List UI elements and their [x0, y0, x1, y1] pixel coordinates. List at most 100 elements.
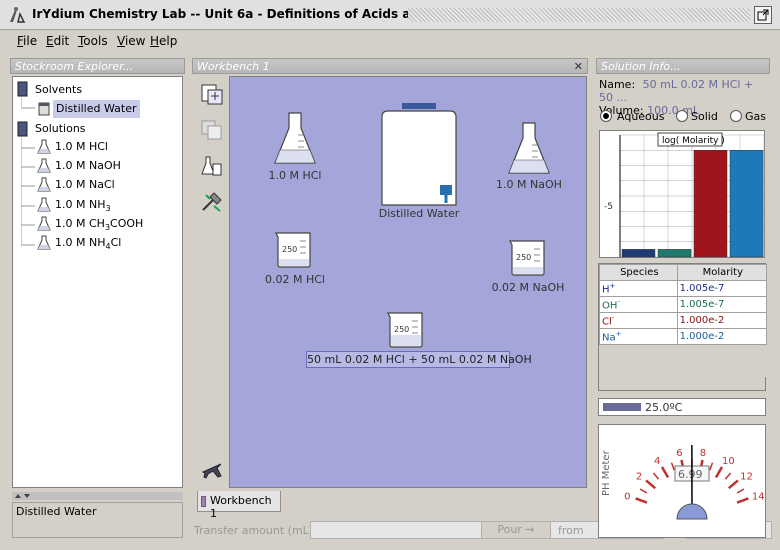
label-beaker-mixture-selected[interactable]: 50 mL 0.02 M HCl + 50 mL 0.02 M NaOH [306, 351, 532, 368]
species-table: Species Molarity H+ 1.005e-7 OH- 1.005e-7 Cl-… [598, 263, 768, 391]
menu-file[interactable]: File [17, 34, 37, 48]
stockroom-tree: Solvents Distilled Water Solutions 1.0 M… [12, 76, 183, 488]
molarity-cell: 1.005e-7 [676, 296, 768, 313]
tab-workbench-1[interactable]: Workbench 1 [197, 491, 281, 520]
tree-solutions-label[interactable]: Solutions [35, 120, 86, 138]
table-row: Na+ 1.000e-2 [599, 328, 768, 345]
ph-needle-pivot [676, 503, 708, 520]
tree-item-solution[interactable]: 1.0 M NH4Cl [37, 235, 121, 254]
flask-naoh-icon[interactable] [506, 121, 552, 177]
tree-item-solution[interactable]: 1.0 M NaCl [37, 177, 115, 196]
chart-svg: -5 log( Molarity ) [604, 132, 765, 258]
species-cell: H+ [599, 280, 678, 297]
empty-row [599, 344, 767, 361]
beaker-mixture-icon[interactable]: 250 [386, 311, 426, 349]
species-header: Species [599, 264, 678, 281]
flask-icon [37, 216, 51, 231]
molarity-cell: 1.005e-7 [676, 280, 768, 297]
ph-value: 6.99 [678, 468, 703, 481]
solution-info-header: Solution Info... [596, 58, 770, 74]
selected-item-description: Distilled Water [12, 502, 183, 538]
close-workbench-icon[interactable]: ✕ [574, 59, 583, 75]
splitter-handle[interactable] [12, 492, 183, 500]
phase-radio-group: Aqueous Solid Gas [598, 108, 770, 126]
ph-tick [670, 462, 675, 471]
bar-oh [657, 249, 692, 258]
table-row: OH- 1.005e-7 [599, 296, 768, 313]
svg-text:250: 250 [516, 253, 531, 262]
molarity-header: Molarity [676, 264, 768, 281]
workbench-toolbar [194, 76, 229, 488]
solutions-folder-icon [17, 121, 28, 137]
flask-icon [37, 139, 51, 154]
from-label: from [558, 524, 584, 537]
empty-row [599, 360, 767, 377]
menu-tools[interactable]: Tools [78, 34, 108, 48]
tools-icon[interactable] [200, 190, 224, 214]
species-cell: Cl- [599, 312, 678, 329]
beaker-naoh-icon[interactable]: 250 [508, 239, 548, 277]
glassware-icon[interactable] [200, 154, 224, 178]
distilled-water-jug-icon[interactable] [378, 101, 460, 211]
ph-tick [736, 488, 745, 494]
species-cell: Na+ [599, 328, 678, 345]
menu-help[interactable]: Help [150, 34, 177, 48]
tree-item-solution[interactable]: 1.0 M NH3 [37, 197, 111, 216]
molarity-cell: 1.000e-2 [676, 328, 768, 345]
flask-icon [37, 177, 51, 192]
species-cell: OH- [599, 296, 678, 313]
label-water: Distilled Water [378, 207, 460, 220]
airplane-icon[interactable] [200, 458, 224, 482]
chart-title: log( Molarity ) [662, 136, 725, 146]
new-workbench-icon[interactable] [200, 82, 224, 106]
label-flask-hcl: 1.0 M HCl [268, 169, 322, 182]
svg-text:250: 250 [394, 325, 409, 334]
ph-scale-number: 14 [752, 492, 765, 503]
ph-scale-number: 2 [636, 471, 642, 482]
name-label: Name: [599, 78, 636, 91]
temperature-display: 25.0ºC [598, 398, 766, 416]
menu-view[interactable]: View [117, 34, 145, 48]
temperature-bar [603, 403, 641, 411]
menu-bar: File Edit Tools View Help [0, 30, 780, 52]
ph-tick [660, 466, 670, 479]
duplicate-icon[interactable] [200, 118, 224, 142]
stockroom-header: Stockroom Explorer... [10, 58, 185, 74]
tree-item-solution[interactable]: 1.0 M CH3COOH [37, 216, 143, 235]
label-flask-naoh: 1.0 M NaOH [496, 178, 562, 191]
maximize-icon [757, 9, 769, 21]
workbench-canvas[interactable]: 1.0 M HCl Distilled Water 1.0 M NaOH 250… [229, 76, 587, 488]
tree-item-solution[interactable]: 1.0 M HCl [37, 139, 108, 158]
label-beaker-naoh: 0.02 M NaOH [491, 281, 565, 294]
ph-tick [652, 472, 660, 480]
pour-icon: ⇝ [525, 523, 535, 536]
ph-scale-number: 4 [654, 456, 660, 467]
y-tick-label: -5 [604, 202, 613, 212]
ph-scale-number: 0 [624, 492, 630, 503]
label-beaker-hcl: 0.02 M HCl [265, 273, 325, 286]
tree-item-solution[interactable]: 1.0 M NaOH [37, 158, 121, 177]
splitter-arrows-icon [15, 494, 30, 498]
table-row: Cl- 1.000e-2 [599, 312, 768, 329]
water-jug-icon [38, 102, 50, 116]
window-title: IrYdium Chemistry Lab -- Unit 6a - Defin… [32, 7, 472, 21]
ph-meter-label: PH Meter [601, 450, 612, 496]
ph-meter: PH Meter 0 2 4 6 8 10 12 14 6.99 [598, 424, 766, 538]
log-molarity-chart: -5 log( Molarity ) [599, 130, 765, 258]
ph-scale-number: 8 [700, 448, 706, 459]
ph-tick [736, 497, 749, 504]
solvents-folder-icon [17, 81, 28, 97]
menu-edit[interactable]: Edit [46, 34, 69, 48]
ph-tick [724, 472, 732, 480]
pour-button[interactable]: Pour ⇝ [481, 521, 551, 539]
svg-text:250: 250 [282, 245, 297, 254]
beaker-hcl-icon[interactable]: 250 [274, 231, 314, 269]
title-bar: IrYdium Chemistry Lab -- Unit 6a - Defin… [0, 0, 780, 30]
ph-scale-number: 12 [740, 471, 753, 482]
flask-hcl-icon[interactable] [272, 111, 318, 167]
maximize-button[interactable] [754, 6, 772, 24]
ph-tick [645, 479, 657, 490]
ph-tick [635, 497, 648, 504]
ph-scale-number: 6 [676, 448, 682, 459]
tree-item-distilled-water[interactable]: Distilled Water [53, 100, 140, 118]
